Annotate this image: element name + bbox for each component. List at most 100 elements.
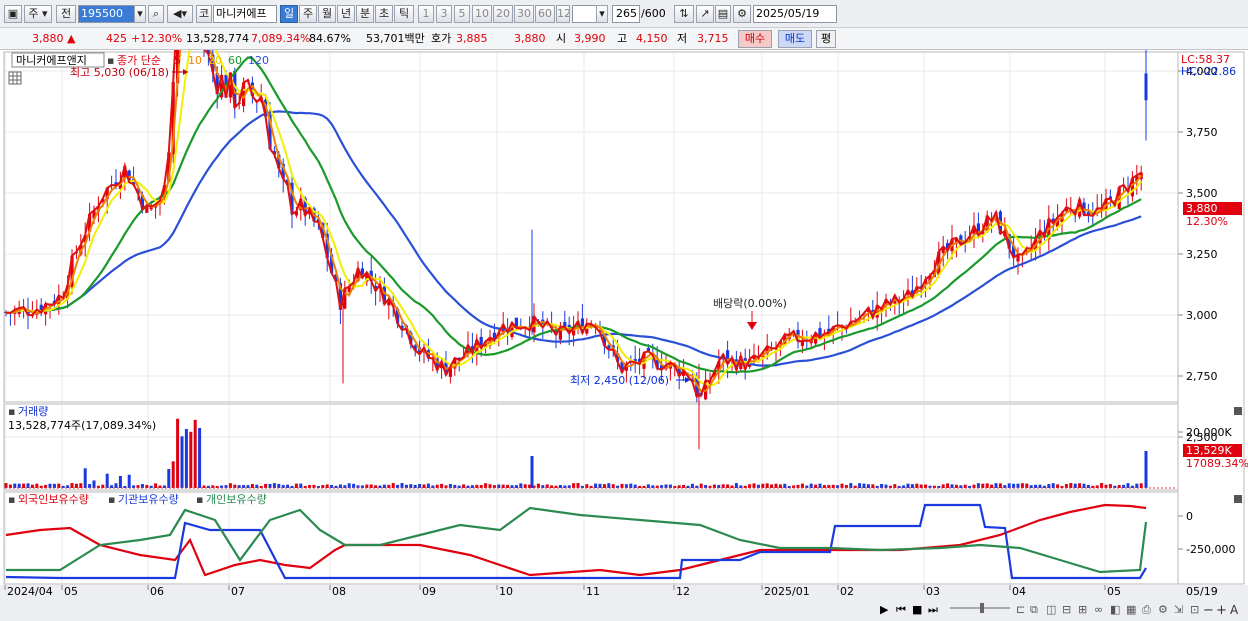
- kind-label[interactable]: 코: [196, 5, 212, 23]
- copy-icon[interactable]: ⧉: [1030, 603, 1038, 616]
- volume-bar: [1016, 483, 1020, 488]
- volume-panel[interactable]: [3, 403, 1179, 491]
- institution-legend: 기관보유수량: [118, 493, 179, 506]
- table-toggle-icon[interactable]: [8, 71, 22, 85]
- save-icon[interactable]: ▤: [715, 5, 731, 23]
- volume-bar: [299, 483, 303, 488]
- volume-bar: [1069, 483, 1073, 488]
- zoom-slider-handle[interactable]: [980, 603, 984, 613]
- current-price-value: 3,880: [32, 32, 64, 45]
- scroll-end-icon[interactable]: ⏭: [928, 603, 938, 616]
- volume-bar: [1012, 483, 1016, 488]
- scroll-start-icon[interactable]: ⏮: [896, 603, 906, 616]
- interval-30-button[interactable]: 30: [514, 5, 534, 23]
- volume-bar: [250, 483, 254, 488]
- settings-small-icon[interactable]: ⚙: [1158, 603, 1168, 616]
- volume-bar: [228, 483, 232, 488]
- chart-toolbar: ▣ 주 ▾ 전 195500 ▾ ⌕ ◀▾ 코 마니커에프 일 주 월 년 분 …: [0, 0, 1248, 28]
- volume-bar: [426, 483, 430, 488]
- sell-button[interactable]: 매도: [778, 30, 812, 48]
- period-second-button[interactable]: 초: [375, 5, 393, 23]
- ma120-legend: 120: [248, 54, 269, 67]
- zoom-in-icon[interactable]: ⊞: [1078, 603, 1087, 616]
- volume-bar: [184, 429, 188, 488]
- volume-bar: [48, 483, 52, 488]
- average-button[interactable]: 평: [816, 30, 836, 48]
- code-dropdown-icon[interactable]: ▾: [134, 5, 146, 23]
- volume-bar: [734, 483, 738, 488]
- interval-120-button[interactable]: 120: [556, 5, 570, 23]
- date-input[interactable]: 2025/05/19: [753, 5, 837, 23]
- layer-icon[interactable]: ◧: [1110, 603, 1120, 616]
- volume-bar: [572, 483, 576, 488]
- volume-panel-close-icon[interactable]: [1234, 407, 1242, 415]
- period-day-button[interactable]: 일: [280, 5, 298, 23]
- period-week-button[interactable]: 주: [299, 5, 317, 23]
- stock-name-field[interactable]: 마니커에프: [213, 5, 277, 23]
- volume-bar: [1135, 483, 1139, 488]
- link-icon[interactable]: ∞: [1094, 603, 1103, 616]
- interval-5-button[interactable]: 5: [454, 5, 470, 23]
- period-tick-button[interactable]: 틱: [394, 5, 414, 23]
- market-select[interactable]: 주 ▾: [24, 5, 52, 23]
- volume-bar: [167, 469, 171, 488]
- volume-bar: [976, 483, 980, 488]
- settings-icon[interactable]: ⚙: [733, 5, 751, 23]
- volume-bar: [523, 484, 527, 488]
- font-a-icon[interactable]: A: [1230, 603, 1239, 617]
- bottom-control-bar: [0, 599, 1248, 621]
- volume-bar: [1051, 483, 1055, 488]
- grid-icon[interactable]: ▦: [1126, 603, 1136, 616]
- volume-value: 13,528,774: [186, 32, 249, 45]
- dividend-annotation: 배당락(0.00%): [713, 297, 787, 310]
- volume-bar: [325, 484, 329, 488]
- sound-icon[interactable]: ◀▾: [167, 5, 193, 23]
- interval-20-button[interactable]: 20: [493, 5, 513, 23]
- print-icon[interactable]: ⎙: [1142, 603, 1151, 616]
- volume-bar: [726, 484, 730, 488]
- volume-summary: 13,528,774주(17,089.34%): [8, 419, 156, 432]
- interval-10-button[interactable]: 10: [472, 5, 492, 23]
- prev-button[interactable]: 전: [56, 5, 76, 23]
- stock-code-input[interactable]: 195500: [78, 5, 136, 23]
- volume-bar: [818, 483, 822, 488]
- plus-icon[interactable]: +: [1216, 603, 1227, 618]
- buy-button[interactable]: 매수: [738, 30, 772, 48]
- draw-tool-icon[interactable]: ↗: [696, 5, 714, 23]
- period-year-button[interactable]: 년: [337, 5, 355, 23]
- volume-bar: [941, 484, 945, 488]
- interval-1-button[interactable]: 1: [418, 5, 434, 23]
- stock-chart[interactable]: 2024/04 05 06 07 08 09 10 11 12 2025/01 02 03 04 05 4…: [0, 50, 1248, 621]
- volume-bar: [668, 484, 672, 488]
- volume-bar: [268, 483, 272, 488]
- layout-icon[interactable]: ⊏: [1016, 603, 1025, 616]
- count-input[interactable]: 265: [612, 5, 640, 23]
- holding-panel-close-icon[interactable]: [1234, 495, 1242, 503]
- interval-3-button[interactable]: 3: [436, 5, 452, 23]
- minus-icon[interactable]: −: [1203, 603, 1214, 618]
- export-icon[interactable]: ⇲: [1174, 603, 1183, 616]
- volume-bar: [946, 483, 950, 488]
- volume-bar: [607, 483, 611, 488]
- low-label: 저: [677, 32, 688, 45]
- volume-bar: [849, 483, 853, 488]
- volume-bar: [1056, 484, 1060, 488]
- stop-icon[interactable]: ■: [912, 603, 922, 616]
- split-icon[interactable]: ◫: [1046, 603, 1056, 616]
- volume-bar: [629, 483, 633, 488]
- interval-dropdown-icon[interactable]: ▾: [596, 5, 608, 23]
- low-annotation: 최저 2,450 (12/06): [570, 374, 669, 387]
- search-icon[interactable]: ⌕: [148, 5, 164, 23]
- scroll-right-icon[interactable]: ▶: [880, 603, 889, 616]
- period-minute-button[interactable]: 분: [356, 5, 374, 23]
- volume-bar: [1025, 483, 1029, 488]
- bid-price: 3,880: [514, 32, 546, 45]
- window-menu-icon[interactable]: ▣: [4, 5, 22, 23]
- indicator-icon[interactable]: ⇅: [674, 5, 694, 23]
- period-month-button[interactable]: 월: [318, 5, 336, 23]
- x-axis-label: 04: [1012, 585, 1026, 598]
- zoom-out-icon[interactable]: ⊟: [1062, 603, 1071, 616]
- volume-bar: [140, 484, 144, 488]
- interval-60-button[interactable]: 60: [535, 5, 555, 23]
- font-size-icon[interactable]: ⊡: [1190, 603, 1199, 616]
